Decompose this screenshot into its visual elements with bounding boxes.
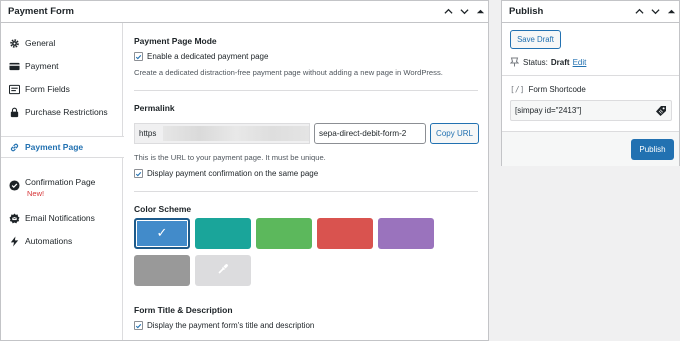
display-title-description-label: Display the payment form's title and des… bbox=[147, 321, 315, 330]
sidebar-item-automations[interactable]: Automations bbox=[1, 233, 122, 249]
sidebar-item-label: Payment Page bbox=[25, 142, 84, 152]
color-swatch-blue[interactable]: ✓ bbox=[134, 218, 190, 249]
payment-page-mode-title: Payment Page Mode bbox=[134, 36, 217, 46]
publish-header: Publish bbox=[502, 1, 679, 23]
selected-check-icon: ✓ bbox=[156, 226, 168, 241]
sidebar-item-purchase-restrictions[interactable]: Purchase Restrictions bbox=[1, 104, 122, 120]
eyedropper-icon bbox=[217, 262, 229, 280]
status-label: Status: bbox=[523, 57, 548, 67]
display-title-description-checkbox[interactable] bbox=[134, 321, 143, 330]
color-swatch-green[interactable] bbox=[256, 218, 312, 249]
permalink-base-text: https bbox=[139, 129, 157, 138]
credit-card-icon bbox=[9, 61, 20, 72]
save-draft-button[interactable]: Save Draft bbox=[510, 30, 561, 49]
confirmation-same-page-label: Display payment confirmation on the same… bbox=[147, 169, 319, 178]
email-badge-icon bbox=[9, 212, 20, 224]
sidebar-item-email-notifications[interactable]: Email Notifications bbox=[1, 210, 122, 226]
form-shortcode-field[interactable]: [simpay id="2413"] bbox=[510, 100, 672, 121]
copy-shortcode-icon[interactable] bbox=[655, 105, 667, 117]
permalink-title: Permalink bbox=[134, 103, 175, 113]
section-divider bbox=[134, 90, 478, 91]
checkmark-icon bbox=[135, 323, 142, 328]
form-shortcode-label: Form Shortcode bbox=[528, 85, 586, 94]
sidebar-item-label: Payment bbox=[25, 61, 59, 71]
sidebar-item-label: Confirmation Page bbox=[25, 177, 96, 187]
sidebar-item-payment[interactable]: Payment bbox=[1, 58, 122, 74]
custom-color-picker[interactable] bbox=[195, 255, 251, 286]
link-icon bbox=[9, 142, 20, 153]
color-swatch-teal[interactable] bbox=[195, 218, 251, 249]
section-divider bbox=[134, 191, 478, 192]
sidebar-item-confirmation-page[interactable]: Confirmation Page New! bbox=[1, 177, 122, 203]
payment-form-header: Payment Form bbox=[1, 1, 488, 23]
check-circle-icon bbox=[9, 180, 20, 191]
sidebar-item-label: Form Fields bbox=[25, 84, 70, 94]
collapse-toggle-icon[interactable] bbox=[472, 3, 488, 21]
form-title-description-title: Form Title & Description bbox=[134, 305, 233, 315]
enable-payment-page-label: Enable a dedicated payment page bbox=[147, 52, 269, 61]
payment-page-settings: Payment Page Mode Enable a dedicated pay… bbox=[134, 23, 479, 340]
collapse-toggle-icon[interactable] bbox=[663, 3, 679, 21]
sidebar-item-label: Purchase Restrictions bbox=[25, 107, 108, 117]
status-value: Draft bbox=[550, 57, 570, 67]
color-scheme-title: Color Scheme bbox=[134, 204, 192, 214]
sidebar-item-label: Email Notifications bbox=[25, 213, 95, 223]
copy-url-button[interactable]: Copy URL bbox=[430, 123, 479, 144]
enable-payment-page-row[interactable]: Enable a dedicated payment page bbox=[134, 52, 268, 61]
color-swatch-purple[interactable] bbox=[378, 218, 434, 249]
post-status-row: Status: Draft Edit bbox=[510, 57, 586, 67]
form-shortcode-row: [/] Form Shortcode bbox=[510, 85, 586, 94]
sidebar-item-form-fields[interactable]: Form Fields bbox=[1, 81, 122, 97]
form-settings-sidebar: General Payment Form Fields Purchase Res… bbox=[1, 23, 124, 340]
confirmation-same-page-row[interactable]: Display payment confirmation on the same… bbox=[134, 169, 318, 178]
pin-icon bbox=[510, 57, 519, 67]
gear-icon bbox=[9, 38, 20, 49]
move-up-icon[interactable] bbox=[631, 3, 647, 21]
display-title-description-row[interactable]: Display the payment form's title and des… bbox=[134, 321, 314, 330]
new-badge: New! bbox=[27, 189, 45, 198]
sidebar-item-general[interactable]: General bbox=[1, 35, 122, 51]
sidebar-item-label: Automations bbox=[25, 236, 73, 246]
payment-form-box: Payment Form General Payment Form Fields… bbox=[0, 0, 489, 341]
sidebar-item-payment-page[interactable]: Payment Page bbox=[1, 136, 124, 158]
move-down-icon[interactable] bbox=[647, 3, 663, 21]
payment-page-mode-help: Create a dedicated distraction-free paym… bbox=[134, 68, 443, 77]
shortcode-icon: [/] bbox=[510, 85, 525, 94]
enable-payment-page-checkbox[interactable] bbox=[134, 52, 143, 61]
checkmark-icon bbox=[135, 54, 142, 59]
publish-button[interactable]: Publish bbox=[631, 139, 674, 160]
checkmark-icon bbox=[135, 171, 142, 176]
move-down-icon[interactable] bbox=[456, 3, 472, 21]
padlock-icon bbox=[9, 107, 20, 118]
permalink-slug-input[interactable]: sepa-direct-debit-form-2 bbox=[314, 123, 426, 144]
redacted-url bbox=[163, 126, 309, 141]
publish-box: Publish Save Draft Status: Draft Edit [/… bbox=[501, 0, 680, 166]
form-fields-icon bbox=[9, 84, 20, 95]
color-swatch-red[interactable] bbox=[317, 218, 373, 249]
permalink-base-url: https bbox=[134, 123, 310, 144]
section-divider bbox=[502, 75, 679, 76]
publish-title: Publish bbox=[509, 6, 544, 17]
form-shortcode-value: [simpay id="2413"] bbox=[515, 106, 582, 115]
permalink-help: This is the URL to your payment page. It… bbox=[134, 153, 326, 162]
color-swatch-gray[interactable] bbox=[134, 255, 190, 286]
lightning-icon bbox=[9, 235, 20, 247]
move-up-icon[interactable] bbox=[440, 3, 456, 21]
payment-form-title: Payment Form bbox=[8, 6, 74, 17]
sidebar-item-label: General bbox=[25, 38, 56, 48]
confirmation-same-page-checkbox[interactable] bbox=[134, 169, 143, 178]
edit-status-link[interactable]: Edit bbox=[573, 58, 587, 67]
